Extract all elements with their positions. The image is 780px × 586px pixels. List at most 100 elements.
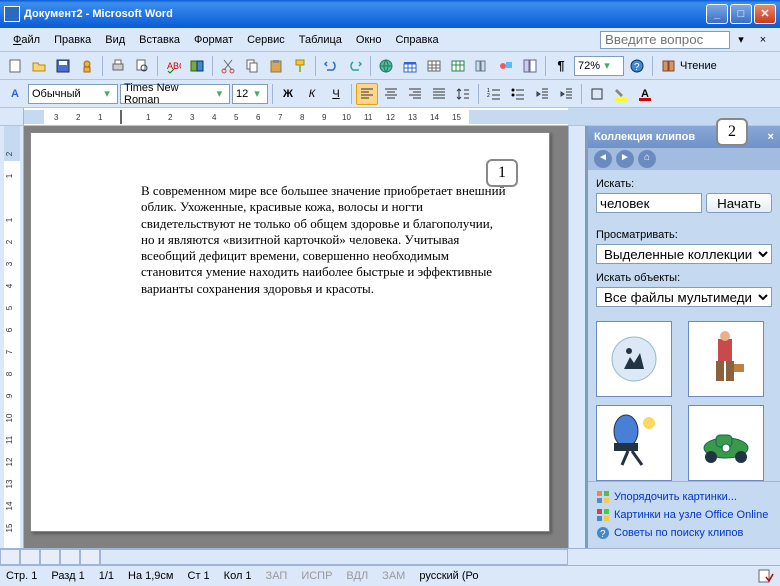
menu-edit[interactable]: Правка xyxy=(47,32,98,48)
bold-button[interactable]: Ж xyxy=(277,83,299,105)
menubar-close-icon[interactable]: × xyxy=(752,29,774,51)
borders-button[interactable] xyxy=(586,83,608,105)
hyperlink-button[interactable] xyxy=(375,55,397,77)
menu-table[interactable]: Таблица xyxy=(292,32,349,48)
taskpane-close-icon[interactable]: × xyxy=(768,131,774,143)
align-right-button[interactable] xyxy=(404,83,426,105)
reading-view-button[interactable] xyxy=(80,549,100,565)
new-button[interactable] xyxy=(4,55,26,77)
menu-format[interactable]: Формат xyxy=(187,32,240,48)
search-input[interactable] xyxy=(596,193,702,213)
print-button[interactable] xyxy=(107,55,129,77)
help-button[interactable]: ? xyxy=(626,55,648,77)
minimize-button[interactable]: _ xyxy=(706,4,728,24)
nav-back-icon[interactable]: ◄ xyxy=(594,150,612,168)
status-ext[interactable]: ВДЛ xyxy=(346,570,368,582)
clipart-item[interactable] xyxy=(596,405,672,481)
vertical-ruler[interactable]: 21123456789101112131415 xyxy=(0,126,24,548)
italic-button[interactable]: К xyxy=(301,83,323,105)
close-button[interactable]: ✕ xyxy=(754,4,776,24)
clipart-item[interactable] xyxy=(596,321,672,397)
style-combo[interactable]: Обычный▾ xyxy=(28,84,118,104)
columns-button[interactable] xyxy=(471,55,493,77)
undo-button[interactable] xyxy=(320,55,342,77)
clipart-item[interactable] xyxy=(688,321,764,397)
cut-button[interactable] xyxy=(217,55,239,77)
insert-table-button[interactable] xyxy=(423,55,445,77)
nav-forward-icon[interactable]: ► xyxy=(616,150,634,168)
bullet-list-button[interactable] xyxy=(507,83,529,105)
align-justify-button[interactable] xyxy=(428,83,450,105)
font-color-button[interactable]: A xyxy=(634,83,656,105)
vertical-scrollbar[interactable] xyxy=(568,126,585,548)
paste-button[interactable] xyxy=(265,55,287,77)
research-button[interactable] xyxy=(186,55,208,77)
clipart-item[interactable] xyxy=(688,405,764,481)
menu-insert[interactable]: Вставка xyxy=(132,32,187,48)
svg-text:14: 14 xyxy=(5,501,14,510)
styles-pane-button[interactable]: A xyxy=(4,83,26,105)
horizontal-scrollbar[interactable] xyxy=(100,549,568,565)
browse-select[interactable]: Выделенные коллекции xyxy=(596,244,772,264)
document-text[interactable]: В современном мире все большее значение … xyxy=(141,183,509,297)
browse-label: Просматривать: xyxy=(596,229,772,241)
help-search-input[interactable] xyxy=(600,31,730,49)
nav-home-icon[interactable]: ⌂ xyxy=(638,150,656,168)
status-trk[interactable]: ИСПР xyxy=(301,570,332,582)
menu-tools[interactable]: Сервис xyxy=(240,32,292,48)
objects-select[interactable]: Все файлы мультимедиа xyxy=(596,287,772,307)
spellcheck-status-icon[interactable] xyxy=(758,569,774,583)
font-combo[interactable]: Times New Roman▾ xyxy=(120,84,230,104)
permission-button[interactable] xyxy=(76,55,98,77)
menu-help[interactable]: Справка xyxy=(388,32,445,48)
maximize-button[interactable]: □ xyxy=(730,4,752,24)
zoom-combo[interactable]: 72%▾ xyxy=(574,56,624,76)
redo-button[interactable] xyxy=(344,55,366,77)
menu-view[interactable]: Вид xyxy=(98,32,132,48)
search-button[interactable]: Начать xyxy=(706,193,772,213)
spellcheck-button[interactable]: ABC xyxy=(162,55,184,77)
open-button[interactable] xyxy=(28,55,50,77)
highlight-button[interactable] xyxy=(610,83,632,105)
document-area[interactable]: В современном мире все большее значение … xyxy=(24,126,568,548)
align-left-button[interactable] xyxy=(356,83,378,105)
show-marks-button[interactable]: ¶ xyxy=(550,55,572,77)
underline-button[interactable]: Ч xyxy=(325,83,347,105)
line-spacing-button[interactable] xyxy=(452,83,474,105)
web-view-button[interactable] xyxy=(20,549,40,565)
copy-button[interactable] xyxy=(241,55,263,77)
horizontal-ruler[interactable]: 321 123456789101112131415 xyxy=(24,108,568,125)
drawing-button[interactable] xyxy=(495,55,517,77)
menu-file[interactable]: Файл xyxy=(6,32,47,48)
taskpane-links: Упорядочить картинки... Картинки на узле… xyxy=(588,481,780,548)
link-organize[interactable]: Упорядочить картинки... xyxy=(596,488,772,506)
size-combo[interactable]: 12▾ xyxy=(232,84,268,104)
print-view-button[interactable] xyxy=(40,549,60,565)
svg-text:9: 9 xyxy=(322,113,327,122)
ruler-corner[interactable] xyxy=(0,108,24,125)
svg-text:2: 2 xyxy=(168,113,173,122)
status-lang[interactable]: русский (Ро xyxy=(419,570,478,582)
svg-text:1: 1 xyxy=(5,173,14,178)
tables-button[interactable] xyxy=(399,55,421,77)
numbered-list-button[interactable]: 12 xyxy=(483,83,505,105)
menu-window[interactable]: Окно xyxy=(349,32,389,48)
outline-view-button[interactable] xyxy=(60,549,80,565)
increase-indent-button[interactable] xyxy=(555,83,577,105)
excel-button[interactable] xyxy=(447,55,469,77)
format-painter-button[interactable] xyxy=(289,55,311,77)
reading-button[interactable]: Чтение xyxy=(657,55,721,77)
svg-text:5: 5 xyxy=(234,113,239,122)
status-ovr[interactable]: ЗАМ xyxy=(382,570,405,582)
align-center-button[interactable] xyxy=(380,83,402,105)
save-button[interactable] xyxy=(52,55,74,77)
status-rec[interactable]: ЗАП xyxy=(266,570,288,582)
link-office-online[interactable]: Картинки на узле Office Online xyxy=(596,506,772,524)
link-tips[interactable]: ?Советы по поиску клипов xyxy=(596,524,772,542)
decrease-indent-button[interactable] xyxy=(531,83,553,105)
help-dropdown[interactable]: ▾ xyxy=(730,29,752,51)
clipart-results xyxy=(596,321,772,481)
normal-view-button[interactable] xyxy=(0,549,20,565)
docmap-button[interactable] xyxy=(519,55,541,77)
preview-button[interactable] xyxy=(131,55,153,77)
